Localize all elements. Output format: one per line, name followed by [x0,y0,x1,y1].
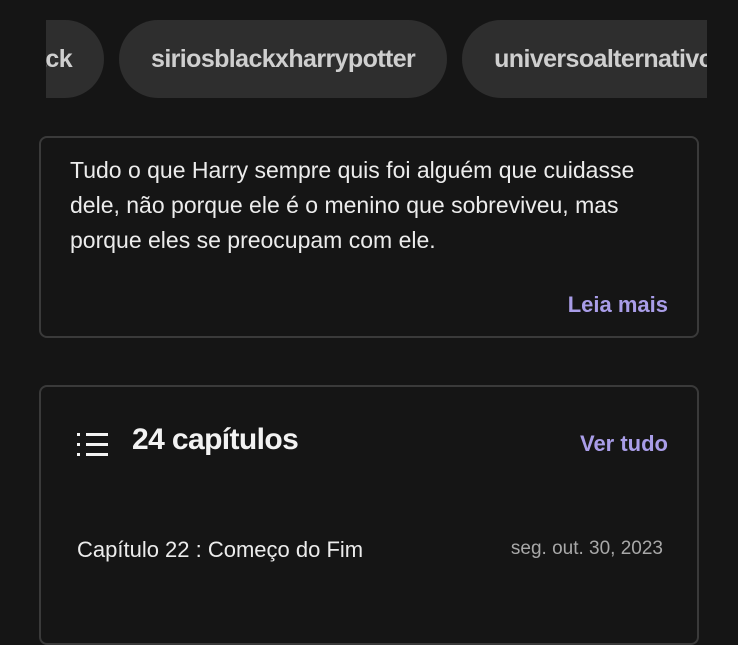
tag-chip-siriosblackxharrypotter[interactable]: siriosblackxharrypotter [119,20,448,98]
tag-label: universoalternativo [494,44,707,73]
tags-row: siriusblack siriosblackxharrypotter univ… [46,20,707,98]
description-card: Tudo o que Harry sempre quis foi alguém … [39,136,699,338]
tag-chip-siriusblack[interactable]: siriusblack [46,20,105,98]
chapter-date: seg. out. 30, 2023 [510,538,663,559]
chapter-title: Capítulo 22 : Começo do Fim [77,537,364,562]
description-text: Tudo o que Harry sempre quis foi alguém … [70,157,635,253]
read-more-link[interactable]: Leia mais [568,292,668,318]
tags-track: siriusblack siriosblackxharrypotter univ… [46,20,707,98]
tag-chip-universoalternativo[interactable]: universoalternativo [462,20,707,98]
list-icon [77,433,108,456]
tag-label: siriosblackxharrypotter [151,44,416,73]
chapter-row[interactable]: Capítulo 22 : Começo do Fim seg. out. 30… [77,535,663,569]
tag-label: siriusblack [46,44,73,73]
chapters-count: 24 capítulos [132,423,299,456]
chapters-card: 24 capítulos Ver tudo Capítulo 22 : Come… [39,385,699,645]
see-all-link[interactable]: Ver tudo [580,431,668,457]
